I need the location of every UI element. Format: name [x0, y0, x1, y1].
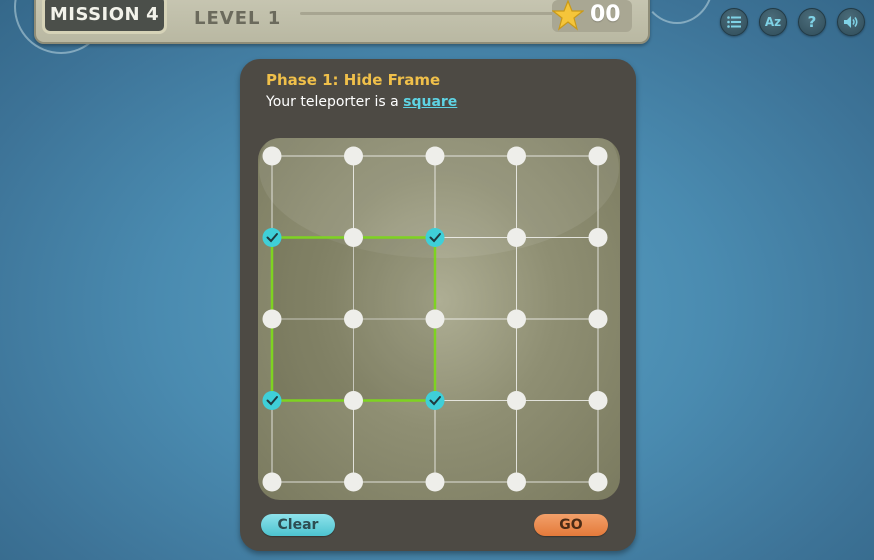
grid-node[interactable] [344, 309, 363, 329]
grid-node[interactable] [425, 309, 445, 329]
cable-decoration-right [640, 0, 714, 24]
star-icon [552, 0, 584, 31]
grid-node[interactable] [588, 472, 608, 492]
phase-instruction: Your teleporter is a square [266, 94, 457, 110]
grid-node[interactable] [262, 146, 282, 166]
score-value: 00 [590, 2, 621, 27]
grid-node-selected[interactable] [262, 391, 282, 410]
grid-node[interactable] [344, 472, 363, 492]
grid-node[interactable] [425, 472, 445, 492]
grid-node[interactable] [344, 146, 363, 166]
phase-title: Phase 1: Hide Frame [266, 71, 441, 89]
phase-instruction-text: Your teleporter is a [266, 94, 399, 110]
grid-node[interactable] [507, 309, 526, 329]
grid-node[interactable] [588, 228, 608, 247]
grid-node[interactable] [507, 228, 526, 247]
help-icon[interactable]: ? [798, 8, 826, 36]
grid-node-selected[interactable] [425, 228, 445, 247]
grid-node[interactable] [262, 472, 282, 492]
speaker-glyph [844, 16, 858, 28]
shape-link[interactable]: square [403, 94, 457, 110]
grid-node-selected[interactable] [262, 228, 282, 247]
header-progress-line [300, 12, 570, 15]
grid-node[interactable] [425, 146, 445, 166]
sound-icon[interactable] [837, 8, 865, 36]
dot-grid-board [258, 138, 620, 500]
grid-node[interactable] [262, 309, 282, 329]
mission-label: MISSION [49, 3, 141, 25]
grid-node[interactable] [507, 472, 526, 492]
grid-node[interactable] [507, 391, 526, 410]
grid-node[interactable] [588, 391, 608, 410]
grid-node[interactable] [588, 146, 608, 166]
go-button[interactable]: GO [534, 514, 608, 536]
mission-badge: MISSION 4 [42, 0, 167, 34]
clear-button[interactable]: Clear [261, 514, 335, 536]
grid-node[interactable] [588, 309, 608, 329]
az-glossary-icon[interactable]: Az [759, 8, 787, 36]
level-label: LEVEL 1 [194, 8, 282, 29]
menu-list-icon[interactable] [720, 8, 748, 36]
grid-node[interactable] [507, 146, 526, 166]
grid-node-selected[interactable] [425, 391, 445, 410]
grid-node[interactable] [344, 391, 363, 410]
mission-number: 4 [146, 3, 160, 25]
list-glyph [727, 16, 741, 28]
grid-canvas [259, 138, 619, 492]
grid-node[interactable] [344, 228, 363, 247]
